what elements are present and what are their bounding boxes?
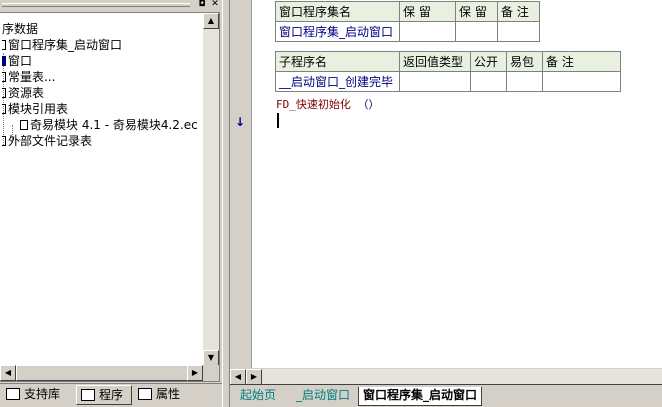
function-parens: （） — [357, 98, 380, 111]
library-icon — [6, 388, 20, 400]
tree-item-label: 外部文件记录表 — [8, 134, 93, 148]
public-cell[interactable] — [470, 71, 507, 92]
tab-start-page[interactable]: 起始页 — [236, 387, 280, 406]
sub-name-cell[interactable]: __启动窗口_创建完毕 — [275, 71, 400, 92]
tree-vertical-scrollbar[interactable]: ▲ ▼ — [203, 13, 219, 366]
header-assembly-name: 窗口程序集名 — [275, 1, 400, 22]
header-sub-name: 子程序名 — [275, 51, 400, 72]
assembly-table: 窗口程序集名 保 留 保 留 备 注 窗口程序集_启动窗口 — [275, 1, 540, 42]
header-remark: 备 注 — [542, 51, 621, 72]
remark-cell[interactable] — [542, 71, 621, 92]
left-panel-tabs: 支持库 程序 属性 — [0, 383, 222, 407]
tree-item-label: 资源表 — [8, 86, 45, 100]
program-icon — [81, 389, 95, 401]
remark-cell[interactable] — [497, 21, 540, 42]
assembly-name-cell[interactable]: 窗口程序集_启动窗口 — [275, 21, 400, 42]
text-caret — [277, 113, 279, 128]
tree-item-module-refs[interactable]: 模块引用表 — [2, 101, 68, 117]
tree-item-root[interactable]: 序数据 — [2, 21, 38, 37]
panel-grip[interactable] — [2, 3, 190, 7]
scroll-left-icon[interactable]: ◀ — [230, 369, 246, 385]
scrollbar-corner — [203, 365, 219, 381]
tree-horizontal-scrollbar[interactable]: ◀ ▶ — [0, 365, 203, 381]
tab-window-assembly[interactable]: 窗口程序集_启动窗口 — [358, 387, 483, 406]
tab-support-library[interactable]: 支持库 — [2, 385, 74, 405]
scroll-right-icon[interactable]: ▶ — [187, 365, 203, 381]
tree-item-window[interactable]: 窗口 — [2, 53, 32, 69]
sub-table: 子程序名 返回值类型 公开 易包 备 注 __启动窗口_创建完毕 — [275, 51, 621, 92]
tree-item-label: 模块引用表 — [8, 102, 69, 116]
tree-item-external-files[interactable]: 外部文件记录表 — [2, 133, 92, 149]
scroll-down-icon[interactable]: ▼ — [203, 350, 219, 366]
tree-item-module-file[interactable]: 奇易模块 4.1 - 奇易模块4.2.ec — [20, 117, 198, 133]
module-icon — [2, 40, 6, 50]
window-icon — [2, 56, 6, 66]
panel-title-bar: ◘ ✕ — [0, 0, 222, 10]
scroll-up-icon[interactable]: ▲ — [203, 13, 219, 29]
project-tree: 序数据 窗口程序集_启动窗口 窗口 常量表... 资源表 模块引用表 奇易模块 … — [0, 12, 220, 382]
tree-item-assembly[interactable]: 窗口程序集_启动窗口 — [2, 37, 122, 53]
project-panel: ◘ ✕ 序数据 窗口程序集_启动窗口 窗口 常量表... 资源表 模块引用表 奇… — [0, 0, 222, 383]
code-horizontal-scrollbar[interactable]: ◀ ▶ — [230, 368, 662, 385]
header-remark: 备 注 — [497, 1, 540, 22]
close-icon[interactable]: ✕ — [210, 0, 220, 9]
header-reserved-2: 保 留 — [455, 1, 498, 22]
panel-splitter[interactable] — [222, 0, 230, 407]
constant-icon — [2, 72, 6, 82]
code-gutter — [230, 0, 252, 368]
function-call: FD_快速初始化 — [276, 98, 351, 111]
tab-label: 程序 — [99, 388, 124, 402]
tab-label: 支持库 — [24, 387, 61, 401]
header-return-type: 返回值类型 — [399, 51, 471, 72]
tab-program[interactable]: 程序 — [76, 385, 132, 405]
return-type-cell[interactable] — [399, 71, 471, 92]
tab-startup-window[interactable]: _启动窗口 — [292, 387, 354, 406]
tab-properties[interactable]: 属性 — [134, 385, 188, 405]
scroll-thumb[interactable] — [16, 365, 196, 381]
reserved-cell-2[interactable] — [455, 21, 498, 42]
tab-label: 属性 — [156, 387, 181, 401]
tree-item-constants[interactable]: 常量表... — [2, 69, 55, 85]
file-list-icon — [2, 136, 6, 146]
scroll-right-icon[interactable]: ▶ — [246, 369, 262, 385]
tree-item-label: 序数据 — [2, 22, 39, 36]
code-line[interactable]: FD_快速初始化 （） — [276, 96, 380, 112]
scroll-left-icon[interactable]: ◀ — [0, 365, 16, 381]
properties-icon — [138, 388, 152, 400]
current-line-arrow-icon: ↓ — [235, 115, 246, 129]
tree-item-label: 常量表... — [8, 70, 56, 84]
header-easy-pack: 易包 — [506, 51, 543, 72]
file-icon — [20, 120, 28, 130]
tree-item-resources[interactable]: 资源表 — [2, 85, 44, 101]
resource-icon — [2, 88, 6, 98]
header-public: 公开 — [470, 51, 507, 72]
easy-pack-cell[interactable] — [506, 71, 543, 92]
document-tabs: 起始页 _启动窗口 窗口程序集_启动窗口 — [230, 384, 662, 407]
pin-icon[interactable]: ◘ — [197, 0, 207, 9]
header-reserved: 保 留 — [399, 1, 456, 22]
reserved-cell[interactable] — [399, 21, 456, 42]
tree-item-label: 窗口程序集_启动窗口 — [8, 38, 123, 52]
tree-item-label: 奇易模块 4.1 - 奇易模块4.2.ec — [30, 118, 198, 132]
tree-item-label: 窗口 — [8, 54, 33, 68]
module-ref-icon — [2, 104, 6, 114]
